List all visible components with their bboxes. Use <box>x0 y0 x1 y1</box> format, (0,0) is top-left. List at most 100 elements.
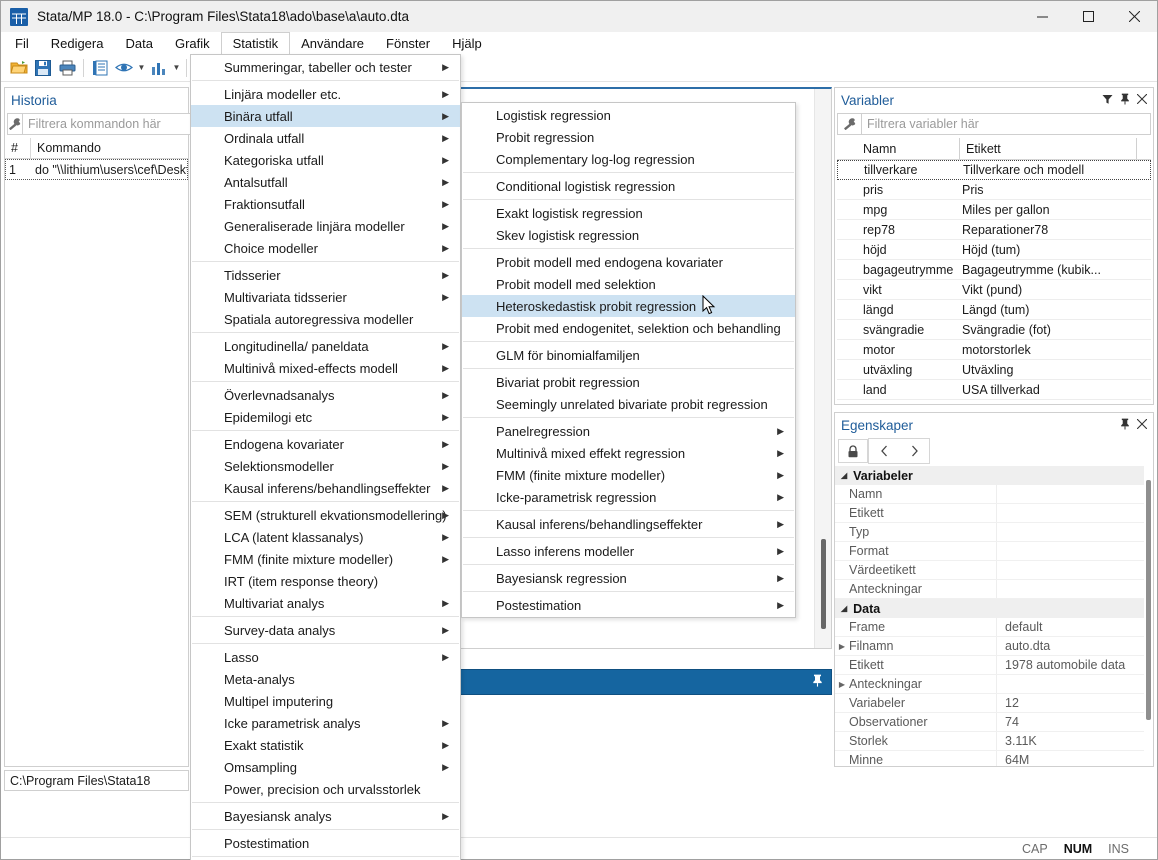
statistik-menu-item[interactable]: Selektionsmodeller ▶ <box>191 455 460 477</box>
statistik-menu-item[interactable]: Power, precision och urvalsstorlek <box>191 778 460 800</box>
statistik-menu-item[interactable]: Ordinala utfall ▶ <box>191 127 460 149</box>
graph-icon[interactable] <box>147 56 171 80</box>
statistik-menu-item[interactable]: Spatiala autoregressiva modeller <box>191 308 460 330</box>
binara-utfall-menu-item[interactable]: Probit regression <box>462 126 795 148</box>
menu-fonster[interactable]: Fönster <box>375 32 441 54</box>
statistik-menu-item[interactable]: Endogena kovariater ▶ <box>191 433 460 455</box>
statistik-menu-item[interactable]: Kausal inferens/behandlingseffekter ▶ <box>191 477 460 499</box>
viewer-chevron-down-icon[interactable]: ▼ <box>136 56 147 80</box>
close-icon[interactable] <box>1136 93 1148 106</box>
binara-utfall-menu-item[interactable]: Icke-parametrisk regression ▶ <box>462 486 795 508</box>
close-icon[interactable] <box>1136 418 1148 431</box>
binara-utfall-menu-item[interactable]: Heteroskedastisk probit regression <box>462 295 795 317</box>
table-row[interactable]: utväxling Utväxling <box>837 360 1151 380</box>
save-icon[interactable] <box>31 56 55 80</box>
statistik-menu-item[interactable]: Bayesiansk analys ▶ <box>191 805 460 827</box>
binara-utfall-menu-item[interactable]: Logistisk regression <box>462 104 795 126</box>
statistik-menu-item[interactable]: Multipel imputering <box>191 690 460 712</box>
table-row[interactable]: rep78 Reparationer78 <box>837 220 1151 240</box>
statistik-menu-item[interactable]: Generaliserade linjära modeller ▶ <box>191 215 460 237</box>
properties-group-data[interactable]: ◢ Data <box>835 599 1153 618</box>
table-row[interactable]: höjd Höjd (tum) <box>837 240 1151 260</box>
binara-utfall-menu-item[interactable]: GLM för binomialfamiljen <box>462 344 795 366</box>
table-row[interactable]: svängradie Svängradie (fot) <box>837 320 1151 340</box>
statistik-menu-item[interactable]: Summeringar, tabeller och tester ▶ <box>191 56 460 78</box>
statistik-menu-item[interactable]: Fraktionsutfall ▶ <box>191 193 460 215</box>
properties-scroll-thumb[interactable] <box>1146 480 1151 720</box>
binara-utfall-menu-item[interactable]: Probit modell med selektion <box>462 273 795 295</box>
statistik-menu-item[interactable]: IRT (item response theory) <box>191 570 460 592</box>
table-row[interactable]: land USA tillverkad <box>837 380 1151 400</box>
statistik-menu-item[interactable]: LCA (latent klassanalys) ▶ <box>191 526 460 548</box>
row-expander-icon[interactable]: ▶ <box>835 642 849 651</box>
property-row[interactable]: Frame default <box>835 618 1153 637</box>
binara-utfall-menu-item[interactable]: Postestimation ▶ <box>462 594 795 616</box>
menu-statistik[interactable]: Statistik <box>220 32 291 54</box>
property-row[interactable]: Namn <box>835 485 1153 504</box>
menu-anvandare[interactable]: Användare <box>290 32 375 54</box>
property-row[interactable]: ▶ Filnamn auto.dta <box>835 637 1153 656</box>
table-row[interactable]: längd Längd (tum) <box>837 300 1151 320</box>
chevron-left-icon[interactable] <box>869 439 899 463</box>
statistik-menu-item[interactable]: Kategoriska utfall ▶ <box>191 149 460 171</box>
print-icon[interactable] <box>55 56 79 80</box>
binara-utfall-menu-item[interactable]: Complementary log-log regression <box>462 148 795 170</box>
property-row[interactable]: ▶ Anteckningar <box>835 675 1153 694</box>
binara-utfall-menu-item[interactable]: Seemingly unrelated bivariate probit reg… <box>462 393 795 415</box>
binara-utfall-menu-item[interactable]: FMM (finite mixture modeller) ▶ <box>462 464 795 486</box>
property-row[interactable]: Värdeetikett <box>835 561 1153 580</box>
table-row[interactable]: mpg Miles per gallon <box>837 200 1151 220</box>
binara-utfall-menu-item[interactable]: Kausal inferens/behandlingseffekter ▶ <box>462 513 795 535</box>
variables-filter-input[interactable] <box>861 113 1151 135</box>
table-row[interactable]: pris Pris <box>837 180 1151 200</box>
statistik-menu-item[interactable]: Multivariat analys ▶ <box>191 592 460 614</box>
binara-utfall-menu-item[interactable]: Skev logistisk regression <box>462 224 795 246</box>
binara-utfall-menu-item[interactable]: Exakt logistisk regression <box>462 202 795 224</box>
table-row[interactable]: bagageutrymme Bagageutrymme (kubik... <box>837 260 1151 280</box>
binara-utfall-menu-item[interactable]: Probit med endogenitet, selektion och be… <box>462 317 795 339</box>
history-filter-input[interactable] <box>22 113 195 135</box>
binara-utfall-menu-item[interactable]: Bayesiansk regression ▶ <box>462 567 795 589</box>
statistik-menu-item[interactable]: SEM (strukturell ekvationsmodellering) ▶ <box>191 504 460 526</box>
menu-fil[interactable]: Fil <box>4 32 40 54</box>
results-scroll-thumb[interactable] <box>821 539 826 629</box>
minimize-button[interactable] <box>1019 1 1065 32</box>
wrench-icon[interactable] <box>837 113 861 135</box>
pin-icon[interactable] <box>1120 93 1130 107</box>
menu-data[interactable]: Data <box>114 32 163 54</box>
statistik-menu-item[interactable]: Survey-data analys ▶ <box>191 619 460 641</box>
results-scrollbar[interactable] <box>814 89 831 648</box>
row-expander-icon[interactable]: ▶ <box>835 680 849 689</box>
property-row[interactable]: Anteckningar <box>835 580 1153 599</box>
statistik-menu-item[interactable]: Multinivå mixed-effects modell ▶ <box>191 357 460 379</box>
binara-utfall-menu-item[interactable]: Multinivå mixed effekt regression ▶ <box>462 442 795 464</box>
property-row[interactable]: Etikett <box>835 504 1153 523</box>
history-row[interactable]: 1 do "\\lithium\users\cef\Deskt <box>5 159 188 180</box>
statistik-menu-item[interactable]: Icke parametrisk analys ▶ <box>191 712 460 734</box>
open-folder-icon[interactable] <box>7 56 31 80</box>
property-row[interactable]: Variabeler 12 <box>835 694 1153 713</box>
binara-utfall-menu-item[interactable]: Conditional logistisk regression <box>462 175 795 197</box>
statistik-menu-item[interactable]: Epidemilogi etc ▶ <box>191 406 460 428</box>
property-row[interactable]: Etikett 1978 automobile data <box>835 656 1153 675</box>
binara-utfall-menu-item[interactable]: Bivariat probit regression <box>462 371 795 393</box>
property-row[interactable]: Minne 64M <box>835 751 1153 766</box>
table-row[interactable]: motor motorstorlek <box>837 340 1151 360</box>
statistik-menu-item[interactable]: Multivariata tidsserier ▶ <box>191 286 460 308</box>
table-row[interactable]: vikt Vikt (pund) <box>837 280 1151 300</box>
statistik-menu-item[interactable]: Choice modeller ▶ <box>191 237 460 259</box>
maximize-button[interactable] <box>1065 1 1111 32</box>
pin-icon[interactable] <box>1120 418 1130 432</box>
statistik-menu-item[interactable]: Antalsutfall ▶ <box>191 171 460 193</box>
chevron-right-icon[interactable] <box>899 439 929 463</box>
statistik-menu-item[interactable]: FMM (finite mixture modeller) ▶ <box>191 548 460 570</box>
table-row[interactable]: tillverkare Tillverkare och modell <box>837 160 1151 180</box>
statistik-menu-item[interactable]: Binära utfall ▶ <box>191 105 460 127</box>
viewer-eye-icon[interactable] <box>112 56 136 80</box>
properties-group-variabeler[interactable]: ◢ Variabeler <box>835 466 1153 485</box>
statistik-menu-item[interactable]: Omsampling ▶ <box>191 756 460 778</box>
wrench-icon[interactable] <box>7 113 22 135</box>
lock-icon[interactable] <box>838 439 868 463</box>
statistik-menu-item[interactable]: Överlevnadsanalys ▶ <box>191 384 460 406</box>
menu-redigera[interactable]: Redigera <box>40 32 115 54</box>
